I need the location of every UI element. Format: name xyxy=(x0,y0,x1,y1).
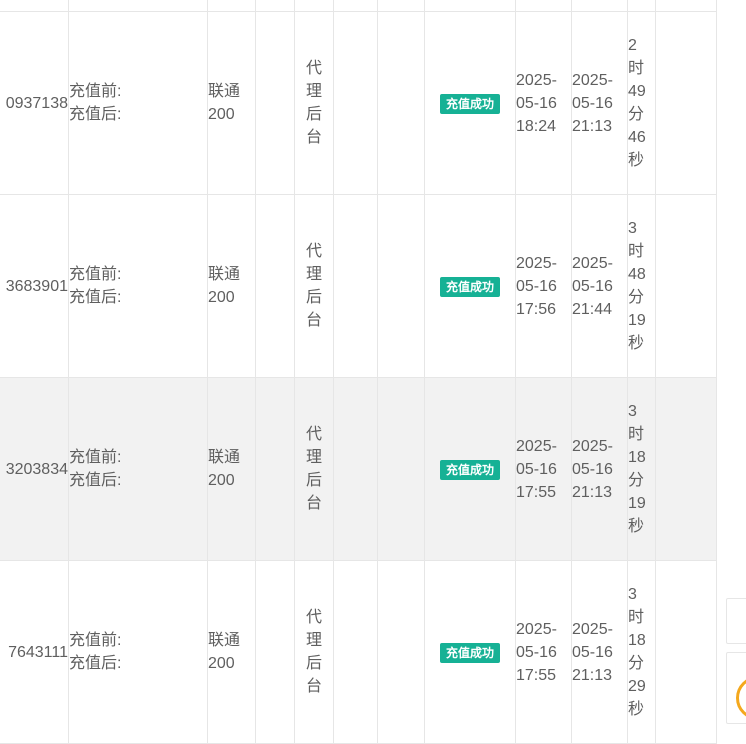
product-cell: 联通200 xyxy=(207,377,256,561)
table-row: 0937138 充值前: 充值后: 联通200 代理后台 充值成功 2025-0… xyxy=(0,11,717,195)
balance-before-label: 充值前: xyxy=(69,632,122,649)
empty-cell xyxy=(255,560,295,744)
empty-cell xyxy=(377,560,425,744)
status-badge: 充值成功 xyxy=(439,276,500,297)
actions-cell xyxy=(655,560,717,744)
start-time-text: 2025-05-16 18:24 xyxy=(516,71,557,135)
empty-cell xyxy=(255,194,295,378)
status-cell: 充值成功 xyxy=(424,194,516,378)
balance-cell: 充值前: 充值后: xyxy=(68,560,208,744)
empty-cell xyxy=(333,377,378,561)
duration-cell: 2时49分46秒 xyxy=(627,11,656,195)
duration-cell: 3时18分29秒 xyxy=(627,560,656,744)
balance-after-label: 充值后: xyxy=(69,289,122,306)
phone-cell: 3203834 xyxy=(0,377,69,561)
end-time-text: 2025-05-16 21:13 xyxy=(572,620,613,684)
status-cell: 充值成功 xyxy=(424,377,516,561)
end-time-text: 2025-05-16 21:13 xyxy=(572,71,613,135)
empty-cell xyxy=(333,194,378,378)
source-cell: 代理后台 xyxy=(294,560,334,744)
status-badge: 充值成功 xyxy=(439,459,500,480)
actions-cell xyxy=(655,11,717,195)
phone-cell: 3683901 xyxy=(0,194,69,378)
empty-cell xyxy=(377,11,425,195)
source-text: 代理后台 xyxy=(306,426,323,512)
source-text: 代理后台 xyxy=(306,243,323,329)
balance-after-label: 充值后: xyxy=(69,472,122,489)
actions-cell xyxy=(655,377,717,561)
phone-cell: 0937138 xyxy=(0,11,69,195)
start-time-cell: 2025-05-16 18:24 xyxy=(515,11,572,195)
end-time-cell: 2025-05-16 21:13 xyxy=(571,560,628,744)
duration-text: 3时18分29秒 xyxy=(628,586,646,718)
phone-cell: 7643111 xyxy=(0,560,69,744)
empty-cell xyxy=(377,377,425,561)
end-time-cell: 2025-05-16 21:13 xyxy=(571,377,628,561)
balance-after-label: 充值后: xyxy=(69,106,122,123)
table-row-partial xyxy=(0,0,717,12)
product-cell: 联通200 xyxy=(207,194,256,378)
end-time-cell: 2025-05-16 21:13 xyxy=(571,11,628,195)
empty-cell xyxy=(255,377,295,561)
product-cell: 联通200 xyxy=(207,560,256,744)
balance-before-label: 充值前: xyxy=(69,266,122,283)
balance-cell: 充值前: 充值后: xyxy=(68,11,208,195)
product-text: 联通200 xyxy=(208,632,241,672)
balance-cell: 充值前: 充值后: xyxy=(68,377,208,561)
duration-text: 3时48分19秒 xyxy=(628,220,646,352)
balance-after-label: 充值后: xyxy=(69,655,122,672)
side-tool-button[interactable] xyxy=(726,598,746,644)
empty-cell xyxy=(255,11,295,195)
product-text: 联通200 xyxy=(208,449,241,489)
end-time-text: 2025-05-16 21:44 xyxy=(572,254,613,318)
duration-cell: 3时48分19秒 xyxy=(627,194,656,378)
table-row: 7643111 充值前: 充值后: 联通200 代理后台 充值成功 2025-0… xyxy=(0,560,717,744)
recharge-records-table: 0937138 充值前: 充值后: 联通200 代理后台 充值成功 2025-0… xyxy=(0,0,717,744)
status-badge: 充值成功 xyxy=(439,642,500,663)
product-text: 联通200 xyxy=(208,83,241,123)
source-cell: 代理后台 xyxy=(294,11,334,195)
source-cell: 代理后台 xyxy=(294,194,334,378)
product-text: 联通200 xyxy=(208,266,241,306)
status-cell: 充值成功 xyxy=(424,11,516,195)
empty-cell xyxy=(377,194,425,378)
duration-cell: 3时18分19秒 xyxy=(627,377,656,561)
empty-cell xyxy=(333,560,378,744)
balance-cell: 充值前: 充值后: xyxy=(68,194,208,378)
source-text: 代理后台 xyxy=(306,609,323,695)
start-time-cell: 2025-05-16 17:56 xyxy=(515,194,572,378)
duration-text: 2时49分46秒 xyxy=(628,37,646,169)
end-time-cell: 2025-05-16 21:44 xyxy=(571,194,628,378)
empty-cell xyxy=(333,11,378,195)
table-row: 3203834 充值前: 充值后: 联通200 代理后台 充值成功 2025-0… xyxy=(0,377,717,561)
source-text: 代理后台 xyxy=(306,60,323,146)
balance-before-label: 充值前: xyxy=(69,449,122,466)
start-time-cell: 2025-05-16 17:55 xyxy=(515,560,572,744)
start-time-cell: 2025-05-16 17:55 xyxy=(515,377,572,561)
start-time-text: 2025-05-16 17:55 xyxy=(516,437,557,501)
duration-text: 3时18分19秒 xyxy=(628,403,646,535)
start-time-text: 2025-05-16 17:55 xyxy=(516,620,557,684)
start-time-text: 2025-05-16 17:56 xyxy=(516,254,557,318)
status-badge: 充值成功 xyxy=(439,93,500,114)
end-time-text: 2025-05-16 21:13 xyxy=(572,437,613,501)
table-row: 3683901 充值前: 充值后: 联通200 代理后台 充值成功 2025-0… xyxy=(0,194,717,378)
product-cell: 联通200 xyxy=(207,11,256,195)
balance-before-label: 充值前: xyxy=(69,83,122,100)
status-cell: 充值成功 xyxy=(424,560,516,744)
actions-cell xyxy=(655,194,717,378)
source-cell: 代理后台 xyxy=(294,377,334,561)
